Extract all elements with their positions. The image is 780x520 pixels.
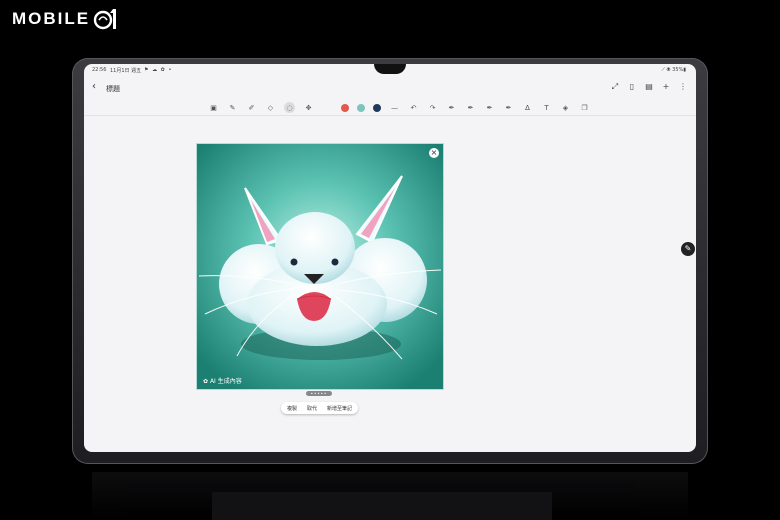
color-swatch-3[interactable] bbox=[373, 103, 381, 112]
blue-highlighter-icon[interactable]: ∆ bbox=[522, 102, 533, 113]
copy-format-icon[interactable]: ❐ bbox=[579, 102, 590, 113]
note-header: ‹ 標題 ⤢ ▯ ▤ + ⋮ bbox=[84, 77, 696, 99]
tool-list: ▣ ✎ ✐ ◇ ◌ ✥ — ↶ ↷ ✒ ✒ ✒ ✒ ∆ T ◈ ❐ bbox=[208, 102, 590, 113]
color-swatch-1[interactable] bbox=[341, 103, 349, 112]
pen-fab-icon[interactable]: ✎ bbox=[681, 242, 695, 256]
add-to-note-button[interactable]: 新增至筆記 bbox=[327, 405, 352, 412]
status-date: 11月1日 週五 bbox=[110, 68, 142, 74]
color-swatch-2[interactable] bbox=[357, 103, 365, 112]
drawing-toolbar: ▣ ✎ ✐ ◇ ◌ ✥ — ↶ ↷ ✒ ✒ ✒ ✒ ∆ T ◈ ❐ bbox=[84, 100, 696, 114]
status-icons: ⚑ ☁ ✿ • bbox=[144, 67, 173, 73]
status-bar: 22:56 11月1日 週五 ⚑ ☁ ✿ • ⟋ ⦿ 35%▮ bbox=[84, 64, 696, 75]
ai-cat-illustration bbox=[197, 144, 443, 389]
logo-text: MOBILE bbox=[12, 9, 91, 28]
toolbar-divider bbox=[84, 115, 696, 116]
stroke-size-icon[interactable]: — bbox=[389, 102, 400, 113]
tablet-screen: 22:56 11月1日 週五 ⚑ ☁ ✿ • ⟋ ⦿ 35%▮ ‹ 標題 ⤢ ▯… bbox=[84, 64, 696, 452]
add-icon[interactable]: + bbox=[661, 82, 671, 92]
tablet-reflection bbox=[92, 472, 688, 520]
shape-icon[interactable]: ◈ bbox=[560, 102, 571, 113]
replace-button[interactable]: 取代 bbox=[307, 405, 317, 412]
battery-status: ⟋ ⦿ 35%▮ bbox=[661, 67, 686, 73]
pen-icon[interactable]: ✎ bbox=[227, 102, 238, 113]
mobile01-logo: MOBILE bbox=[12, 6, 119, 32]
undo-icon[interactable]: ↶ bbox=[408, 102, 419, 113]
ai-label-text: AI 生成內容 bbox=[209, 378, 242, 385]
header-actions: ⤢ ▯ ▤ + ⋮ bbox=[610, 82, 688, 92]
redo-icon[interactable]: ↷ bbox=[427, 102, 438, 113]
ai-generated-label: ✿ AI 生成內容 bbox=[203, 376, 242, 385]
logo-mark-icon bbox=[93, 9, 117, 30]
touch-draw-icon[interactable]: ✥ bbox=[303, 102, 314, 113]
ai-generated-image[interactable]: × ✿ AI 生成內容 bbox=[196, 143, 444, 390]
eraser-icon[interactable]: ◇ bbox=[265, 102, 276, 113]
page-view-icon[interactable]: ▤ bbox=[644, 82, 654, 92]
pen-style-3-icon[interactable]: ✒ bbox=[484, 102, 495, 113]
text-recognize-icon[interactable]: T bbox=[541, 102, 552, 113]
image-drag-handle[interactable]: ••••• bbox=[306, 391, 332, 396]
book-view-icon[interactable]: ▯ bbox=[627, 82, 637, 92]
expand-icon[interactable]: ⤢ bbox=[610, 82, 620, 92]
copy-button[interactable]: 複製 bbox=[287, 405, 297, 412]
highlighter-icon[interactable]: ✐ bbox=[246, 102, 257, 113]
pen-style-2-icon[interactable]: ✒ bbox=[465, 102, 476, 113]
lasso-icon[interactable]: ◌ bbox=[284, 102, 295, 113]
more-options-icon[interactable]: ⋮ bbox=[678, 82, 688, 92]
back-arrow-icon[interactable]: ‹ bbox=[92, 81, 96, 92]
toolbar-spacer bbox=[322, 102, 333, 113]
red-pen-icon[interactable]: ✒ bbox=[503, 102, 514, 113]
pen-style-1-icon[interactable]: ✒ bbox=[446, 102, 457, 113]
text-box-icon[interactable]: ▣ bbox=[208, 102, 219, 113]
status-time: 22:56 bbox=[92, 67, 107, 73]
close-image-icon[interactable]: × bbox=[429, 148, 439, 158]
image-context-menu: 複製 取代 新增至筆記 bbox=[281, 402, 359, 414]
ai-sparkle-icon: ✿ bbox=[203, 378, 209, 385]
note-title[interactable]: 標題 bbox=[106, 84, 120, 94]
